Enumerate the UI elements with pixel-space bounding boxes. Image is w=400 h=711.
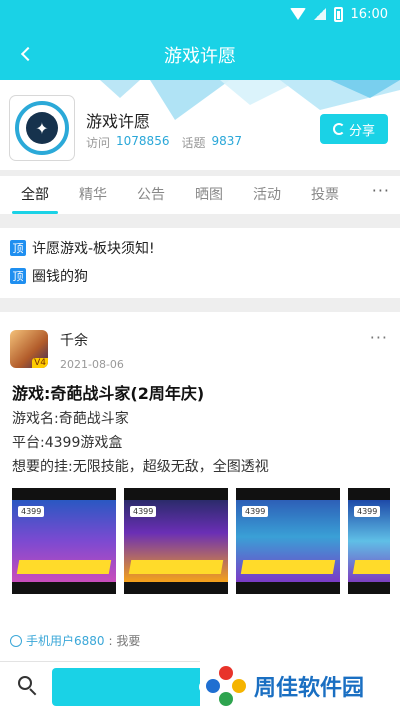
visits-label: 访问: [86, 136, 111, 150]
tab-photos[interactable]: 晒图: [180, 176, 238, 214]
pinned-item[interactable]: 顶 许愿游戏-板块须知!: [10, 234, 390, 262]
post-images: 4399 4399 4399 4399: [12, 488, 390, 594]
pinned-item[interactable]: 顶 圈钱的狗: [10, 262, 390, 290]
app-header: 游戏许愿: [0, 28, 400, 80]
pinned-title: 许愿游戏-板块须知!: [32, 241, 155, 257]
dice-icon: ✦: [26, 112, 58, 144]
pinned-title: 圈钱的狗: [32, 269, 88, 285]
post-image[interactable]: 4399: [124, 488, 228, 594]
search-icon[interactable]: [18, 676, 38, 696]
forum-logo: ✦: [10, 96, 74, 160]
visits-count: 1078856: [116, 134, 170, 148]
battery-icon: [333, 6, 343, 22]
post-image[interactable]: 4399: [12, 488, 116, 594]
topics-label: 话题: [181, 136, 206, 150]
forum-stats: 访问 1078856 话题 9837: [86, 134, 248, 151]
share-icon: [332, 123, 345, 135]
tab-votes[interactable]: 投票: [296, 176, 354, 214]
tab-bar: 全部 精华 公告 晒图 活动 投票 ···: [0, 176, 400, 214]
post-title: 游戏:奇葩战斗家(2周年庆): [12, 384, 205, 403]
comment-user: 手机用户6880: [26, 634, 105, 648]
status-bar: 16:00: [0, 0, 400, 28]
tab-all[interactable]: 全部: [6, 176, 64, 214]
share-label: 分享: [348, 123, 375, 139]
forum-name: 游戏许愿: [86, 112, 151, 131]
post-card[interactable]: V4 千余 2021-08-06 ··· 游戏:奇葩战斗家(2周年庆) 游戏名:…: [0, 312, 400, 662]
level-badge: V4: [32, 358, 48, 368]
signal-icon: [313, 8, 326, 20]
post-more-button[interactable]: ···: [370, 328, 388, 347]
pinwheel-logo-icon: [206, 665, 246, 706]
author-name[interactable]: 千余: [60, 330, 88, 350]
post-body-line: 平台:4399游戏盒: [12, 435, 123, 451]
page-title: 游戏许愿: [164, 46, 236, 67]
pinned-list: 顶 许愿游戏-板块须知! 顶 圈钱的狗: [0, 228, 400, 298]
watermark: 周佳软件园: [200, 660, 400, 711]
avatar[interactable]: V4: [10, 330, 48, 368]
pin-badge: 顶: [10, 240, 26, 256]
post-body-line: 游戏名:奇葩战斗家: [12, 411, 129, 427]
comment-icon: [10, 634, 22, 647]
status-time: 16:00: [350, 6, 388, 22]
tab-events[interactable]: 活动: [238, 176, 296, 214]
tab-featured[interactable]: 精华: [64, 176, 122, 214]
wifi-icon: [289, 8, 306, 20]
post-date: 2021-08-06: [60, 358, 124, 371]
forum-profile: ✦ 游戏许愿 访问 1078856 话题 9837 分享: [0, 84, 400, 174]
post-body-line: 想要的挂:无限技能，超级无敌，全图透视: [12, 459, 269, 475]
share-button[interactable]: 分享: [320, 114, 388, 144]
post-image[interactable]: 4399: [348, 488, 390, 594]
tab-announcements[interactable]: 公告: [122, 176, 180, 214]
watermark-text: 周佳软件园: [254, 675, 365, 701]
comment-text: : 我要: [108, 634, 141, 648]
comment-preview[interactable]: 手机用户6880 : 我要: [10, 632, 140, 649]
topics-count: 9837: [211, 134, 243, 148]
pin-badge: 顶: [10, 268, 26, 284]
post-image[interactable]: 4399: [236, 488, 340, 594]
tabs-more-button[interactable]: ···: [372, 176, 390, 214]
